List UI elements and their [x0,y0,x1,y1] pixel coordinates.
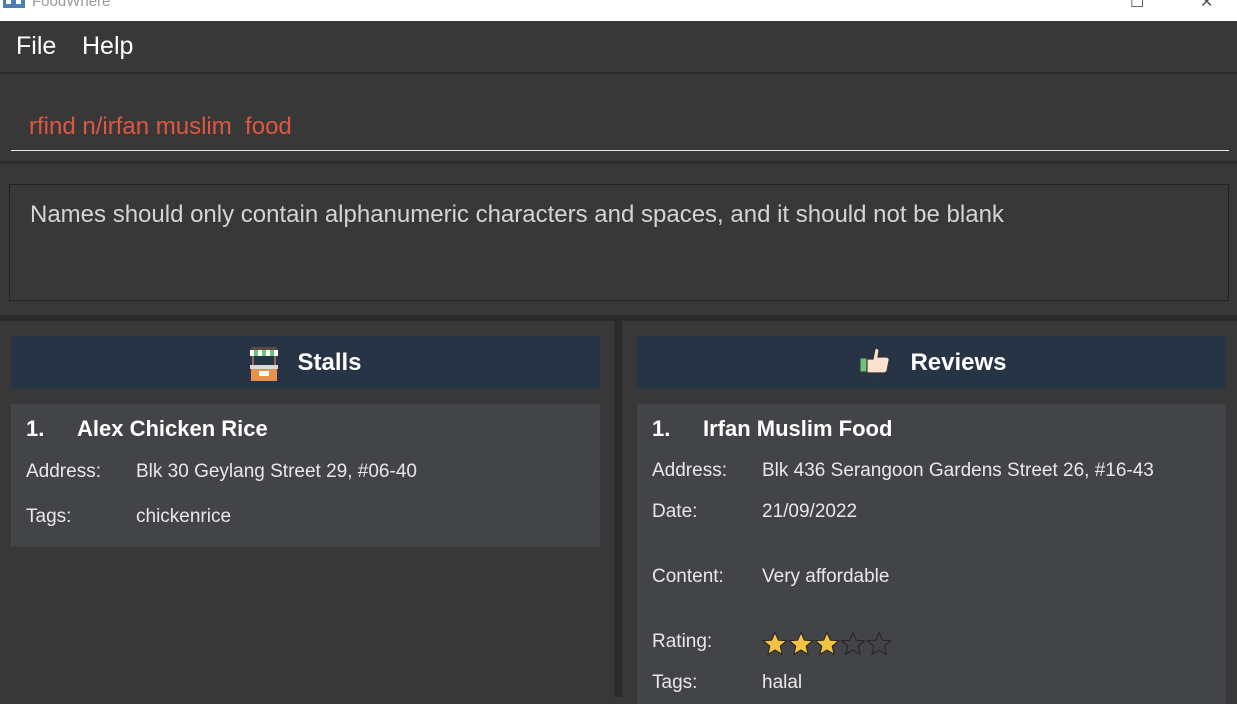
reviews-panel: Reviews 1. Irfan Muslim Food Address: Bl… [622,321,1237,704]
thumbs-up-icon [859,347,891,379]
close-icon[interactable]: ✕ [1200,0,1213,12]
stall-address: Blk 30 Geylang Street 29, #06-40 [136,461,417,482]
review-name: Irfan Muslim Food [703,416,893,441]
command-box [0,76,1237,164]
stall-tags-label: Tags: [26,506,72,527]
review-tag: halal [762,672,803,693]
review-index: 1. [652,416,671,441]
review-card[interactable]: 1. Irfan Muslim Food Address: Blk 436 Se… [637,404,1226,704]
rating-stars [762,631,892,657]
stall-index: 1. [26,416,45,441]
star-empty-icon [866,631,892,656]
stall-address-label: Address: [26,461,101,482]
stalls-header: Stalls [11,336,600,389]
star-filled-icon [788,631,814,656]
title-bar: FoodWhere ☐ ✕ [0,0,1237,21]
menu-bar: File Help [0,21,1237,74]
menu-help[interactable]: Help [82,32,133,61]
review-date: 21/09/2022 [762,501,858,522]
review-content-label: Content: [652,566,724,587]
reviews-title: Reviews [910,348,1007,376]
command-input[interactable] [11,98,1229,151]
review-date-label: Date: [652,501,698,522]
review-tags-label: Tags: [652,672,698,693]
reviews-header: Reviews [637,336,1226,389]
result-message: Names should only contain alphanumeric c… [30,201,1004,228]
stall-tag: chickenrice [136,506,232,527]
result-display: Names should only contain alphanumeric c… [9,184,1229,301]
stalls-title: Stalls [297,348,362,376]
stalls-panel: Stalls 1. Alex Chicken Rice Address: Blk… [0,321,614,697]
stall-name: Alex Chicken Rice [77,416,268,441]
star-filled-icon [814,631,840,656]
stall-icon [250,346,279,381]
star-filled-icon [762,631,788,656]
maximize-icon[interactable]: ☐ [1130,0,1144,12]
review-rating-label: Rating: [652,631,713,652]
review-content: Very affordable [762,566,890,587]
stall-card[interactable]: 1. Alex Chicken Rice Address: Blk 30 Gey… [11,404,600,547]
menu-file[interactable]: File [16,32,56,61]
vertical-divider[interactable] [614,321,622,697]
star-empty-icon [840,631,866,656]
review-address-label: Address: [652,460,727,481]
window-title: FoodWhere [32,0,111,10]
app-icon [3,0,25,8]
review-address: Blk 436 Serangoon Gardens Street 26, #16… [762,460,1154,481]
